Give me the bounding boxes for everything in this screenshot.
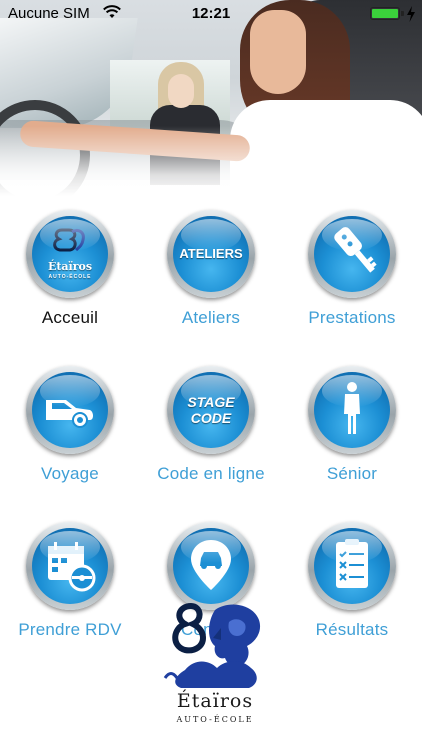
menu-label: Code en ligne	[157, 464, 265, 483]
menu-tile-ateliers[interactable]: ATELIERS Ateliers	[141, 210, 281, 328]
acceuil-button[interactable]: Étaïros AUTO-ÉCOLE	[26, 210, 114, 298]
etairos-logo: Étaïros AUTO-ÉCOLE	[155, 598, 275, 750]
code-text: CODE	[190, 410, 232, 426]
menu-tile-rdv[interactable]: Prendre RDV	[0, 522, 140, 640]
menu-tile-voyage[interactable]: Voyage	[0, 366, 140, 484]
menu-tile-prestations[interactable]: Prestations	[282, 210, 422, 328]
menu-label: Sénior	[326, 464, 378, 483]
menu-tile-code[interactable]: STAGE CODE Code en ligne	[141, 366, 281, 484]
rdv-button[interactable]	[26, 522, 114, 610]
senior-button[interactable]	[308, 366, 396, 454]
resultats-button[interactable]	[308, 522, 396, 610]
menu-label: Ateliers	[181, 308, 241, 327]
charging-bolt-icon	[407, 6, 415, 22]
prestations-button[interactable]	[308, 210, 396, 298]
menu-label: Prestations	[308, 308, 396, 327]
menu-label: Voyage	[41, 464, 99, 483]
menu-tile-resultats[interactable]: Résultats	[282, 522, 422, 640]
etairos-badge-text: Étaïros	[47, 260, 93, 273]
menu-label: Acceuil	[41, 308, 99, 327]
battery-icon	[370, 7, 400, 20]
voyage-button[interactable]	[26, 366, 114, 454]
hero-photo	[0, 0, 422, 196]
menu-label: Prendre RDV	[18, 620, 122, 639]
logo-subtitle: AUTO-ÉCOLE	[176, 715, 254, 724]
clock: 12:21	[191, 5, 231, 22]
etairos-badge-sub: AUTO-ÉCOLE	[48, 274, 92, 280]
code-button[interactable]: STAGE CODE	[167, 366, 255, 454]
status-bar: Aucune SIM 12:21	[0, 0, 422, 28]
lion-logo-icon	[163, 602, 261, 688]
contact-button[interactable]	[167, 522, 255, 610]
ateliers-button[interactable]: ATELIERS	[167, 210, 255, 298]
menu-tile-senior[interactable]: Sénior	[282, 366, 422, 484]
logo-name: Étaïros	[176, 690, 254, 712]
menu-label: Résultats	[315, 620, 389, 639]
menu-tile-acceuil[interactable]: Étaïros AUTO-ÉCOLE Acceuil	[0, 210, 140, 328]
